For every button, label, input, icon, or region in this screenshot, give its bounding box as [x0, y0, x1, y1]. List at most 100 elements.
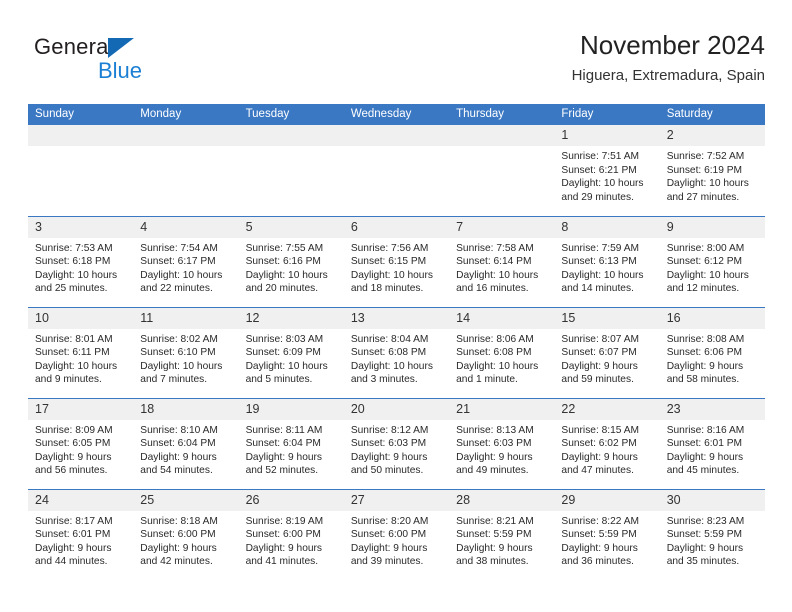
calendar-day-cell[interactable]: 11 Sunrise: 8:02 AM Sunset: 6:10 PM Dayligh…: [133, 306, 239, 398]
calendar-day-cell[interactable]: 7 Sunrise: 7:58 AM Sunset: 6:14 PM Daylight…: [449, 215, 555, 307]
day-daylight-line: Daylight: 9 hours: [35, 542, 112, 554]
day-sunrise-line: Sunrise: 7:53 AM: [35, 242, 113, 254]
day-number: 24: [28, 489, 134, 511]
day-number: 3: [28, 216, 134, 238]
calendar-day-cell[interactable]: 14 Sunrise: 8:06 AM Sunset: 6:08 PM Dayligh…: [449, 306, 555, 398]
weekday-header-monday: Monday: [133, 104, 239, 125]
calendar-day-cell[interactable]: 8 Sunrise: 7:59 AM Sunset: 6:13 PM Daylight…: [554, 215, 660, 307]
day-daylight-line: and 35 minutes.: [666, 556, 740, 568]
day-daylight-line: and 7 minutes.: [140, 374, 208, 386]
weekday-header-sunday: Sunday: [28, 104, 134, 125]
day-daylight-line: Daylight: 9 hours: [561, 542, 638, 554]
day-daylight-line: and 45 minutes.: [666, 465, 740, 477]
day-sun-info: Sunrise: 8:08 AM Sunset: 6:06 PM Daylight:…: [660, 329, 765, 387]
day-sunset-line: Sunset: 6:14 PM: [456, 256, 532, 268]
calendar-day-cell[interactable]: 17 Sunrise: 8:09 AM Sunset: 6:05 PM Dayligh…: [28, 397, 134, 489]
calendar-day-cell[interactable]: 16 Sunrise: 8:08 AM Sunset: 6:06 PM Dayligh…: [659, 306, 765, 398]
day-daylight-line: Daylight: 9 hours: [456, 451, 533, 463]
day-number: 2: [659, 125, 765, 146]
day-number: 26: [238, 489, 344, 511]
day-number: 29: [554, 489, 660, 511]
day-number: 6: [343, 216, 450, 238]
calendar-day-cell[interactable]: 12 Sunrise: 8:03 AM Sunset: 6:09 PM Dayligh…: [238, 306, 344, 398]
calendar-day-cell[interactable]: 9 Sunrise: 8:00 AM Sunset: 6:12 PM Daylight…: [659, 215, 765, 307]
calendar-day-cell[interactable]: 20 Sunrise: 8:12 AM Sunset: 6:03 PM Dayligh…: [343, 397, 450, 489]
day-number: 11: [133, 307, 239, 329]
day-sunset-line: Sunset: 6:12 PM: [666, 256, 743, 268]
day-sunrise-line: Sunrise: 8:03 AM: [245, 333, 324, 345]
calendar-day-cell[interactable]: 28 Sunrise: 8:21 AM Sunset: 5:59 PM Dayligh…: [449, 488, 555, 580]
day-daylight-line: and 27 minutes.: [666, 191, 740, 203]
title-block: November 2024 Higuera, Extremadura, Spai…: [285, 28, 765, 88]
day-sun-info: Sunrise: 8:23 AM Sunset: 5:59 PM Daylight:…: [660, 511, 765, 569]
calendar-day-cell[interactable]: 25 Sunrise: 8:18 AM Sunset: 6:00 PM Dayligh…: [133, 488, 239, 580]
day-daylight-line: Daylight: 10 hours: [245, 269, 328, 281]
logo-text-blue: Blue: [98, 58, 143, 83]
day-sun-info: Sunrise: 8:07 AM Sunset: 6:07 PM Daylight:…: [554, 329, 659, 387]
calendar-day-cell[interactable]: 6 Sunrise: 7:56 AM Sunset: 6:15 PM Daylight…: [343, 215, 450, 307]
day-sunset-line: Sunset: 6:21 PM: [561, 164, 637, 176]
day-daylight-line: and 42 minutes.: [140, 556, 213, 568]
calendar-day-cell[interactable]: 13 Sunrise: 8:04 AM Sunset: 6:08 PM Dayligh…: [343, 306, 450, 398]
calendar-day-cell[interactable]: 1 Sunrise: 7:51 AM Sunset: 6:21 PM Daylight…: [554, 125, 660, 216]
day-daylight-line: Daylight: 9 hours: [666, 360, 744, 372]
day-sunset-line: Sunset: 6:09 PM: [245, 347, 321, 359]
calendar-day-cell[interactable]: 10 Sunrise: 8:01 AM Sunset: 6:11 PM Dayligh…: [28, 306, 134, 398]
day-sunset-line: Sunset: 5:59 PM: [561, 529, 637, 541]
calendar-day-cell[interactable]: 5 Sunrise: 7:55 AM Sunset: 6:16 PM Daylight…: [238, 215, 344, 307]
day-number: 25: [133, 489, 239, 511]
day-number: 5: [238, 216, 344, 238]
day-number: 20: [343, 398, 450, 420]
location-subtitle: Higuera, Extremadura, Spain: [571, 67, 765, 84]
calendar-day-cell[interactable]: 19 Sunrise: 8:11 AM Sunset: 6:04 PM Dayligh…: [238, 397, 344, 489]
day-sunrise-line: Sunrise: 8:09 AM: [35, 424, 113, 436]
calendar-day-cell[interactable]: 23 Sunrise: 8:16 AM Sunset: 6:01 PM Dayligh…: [659, 397, 765, 489]
day-number: 12: [238, 307, 344, 329]
calendar-day-cell[interactable]: 4 Sunrise: 7:54 AM Sunset: 6:17 PM Daylight…: [133, 215, 239, 307]
day-sunset-line: Sunset: 6:00 PM: [245, 529, 321, 541]
calendar-cell-empty: [28, 125, 134, 216]
logo-triangle-icon: [108, 38, 134, 58]
calendar-day-cell[interactable]: 21 Sunrise: 8:13 AM Sunset: 6:03 PM Dayligh…: [449, 397, 555, 489]
day-number: [343, 125, 450, 146]
day-sunrise-line: Sunrise: 7:52 AM: [666, 151, 745, 162]
day-sun-info: Sunrise: 8:03 AM Sunset: 6:09 PM Daylight:…: [239, 329, 344, 387]
day-daylight-line: Daylight: 9 hours: [35, 451, 112, 463]
day-sunset-line: Sunset: 6:01 PM: [666, 438, 743, 450]
day-sunrise-line: Sunrise: 8:22 AM: [561, 515, 639, 527]
calendar-day-cell[interactable]: 15 Sunrise: 8:07 AM Sunset: 6:07 PM Dayligh…: [554, 306, 660, 398]
day-sun-info: Sunrise: 8:12 AM Sunset: 6:03 PM Daylight:…: [344, 420, 449, 478]
day-number: 9: [659, 216, 765, 238]
calendar-day-cell[interactable]: 3 Sunrise: 7:53 AM Sunset: 6:18 PM Daylight…: [28, 215, 134, 307]
day-number: 1: [554, 125, 660, 146]
day-number: 13: [343, 307, 450, 329]
day-number: 21: [449, 398, 555, 420]
day-daylight-line: and 29 minutes.: [561, 191, 634, 203]
day-sunset-line: Sunset: 6:04 PM: [245, 438, 321, 450]
day-daylight-line: Daylight: 10 hours: [666, 269, 749, 281]
day-daylight-line: Daylight: 10 hours: [456, 360, 539, 372]
day-number: 14: [449, 307, 555, 329]
day-number: 22: [554, 398, 660, 420]
day-sunset-line: Sunset: 6:17 PM: [140, 256, 216, 268]
day-daylight-line: Daylight: 10 hours: [140, 360, 223, 372]
day-daylight-line: and 58 minutes.: [666, 374, 740, 386]
day-sun-info: Sunrise: 7:59 AM Sunset: 6:13 PM Daylight:…: [554, 238, 659, 296]
calendar-day-cell[interactable]: 18 Sunrise: 8:10 AM Sunset: 6:04 PM Dayligh…: [133, 397, 239, 489]
day-sunrise-line: Sunrise: 8:12 AM: [350, 424, 429, 436]
calendar-day-cell[interactable]: 2 Sunrise: 7:52 AM Sunset: 6:19 PM Daylight…: [659, 125, 765, 216]
day-sun-info: Sunrise: 7:53 AM Sunset: 6:18 PM Daylight:…: [28, 238, 133, 296]
calendar-day-cell[interactable]: 26 Sunrise: 8:19 AM Sunset: 6:00 PM Dayligh…: [238, 488, 344, 580]
calendar-day-cell[interactable]: 29 Sunrise: 8:22 AM Sunset: 5:59 PM Dayligh…: [554, 488, 660, 580]
day-sunset-line: Sunset: 6:03 PM: [350, 438, 427, 450]
day-sun-info: Sunrise: 8:02 AM Sunset: 6:10 PM Daylight:…: [133, 329, 238, 387]
day-sunrise-line: Sunrise: 7:55 AM: [245, 242, 324, 254]
calendar-day-cell[interactable]: 22 Sunrise: 8:15 AM Sunset: 6:02 PM Dayligh…: [554, 397, 660, 489]
logo-text-general: General: [34, 34, 114, 59]
calendar-week-row: 17 Sunrise: 8:09 AM Sunset: 6:05 PM Dayligh…: [28, 397, 765, 489]
weekday-header-wednesday: Wednesday: [343, 104, 450, 125]
calendar-day-cell[interactable]: 27 Sunrise: 8:20 AM Sunset: 6:00 PM Dayligh…: [343, 488, 450, 580]
calendar-day-cell[interactable]: 24 Sunrise: 8:17 AM Sunset: 6:01 PM Dayligh…: [28, 488, 134, 580]
calendar-day-cell[interactable]: 30 Sunrise: 8:23 AM Sunset: 5:59 PM Dayligh…: [659, 488, 765, 580]
day-number: 17: [28, 398, 134, 420]
